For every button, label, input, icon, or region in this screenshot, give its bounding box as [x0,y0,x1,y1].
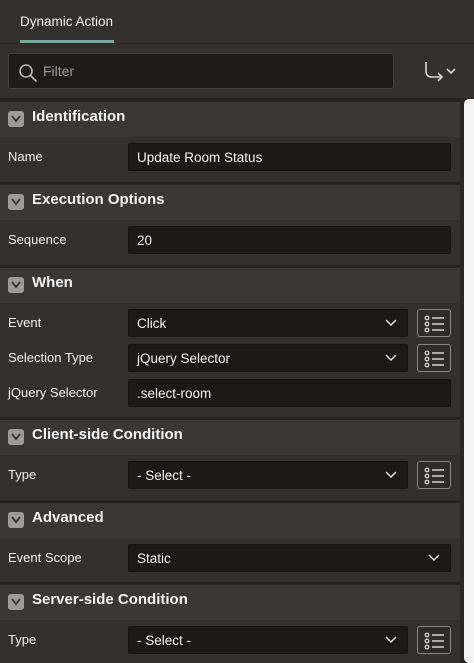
select-value: Static [137,551,171,566]
select-value: jQuery Selector [137,351,231,366]
name-field[interactable]: Update Room Status [128,143,451,171]
chevron-down-icon [428,554,440,562]
section-server-side-condition[interactable]: Server-side Condition [0,582,460,620]
server-condition-type-select[interactable]: - Select - [128,626,408,654]
field-label: Name [8,149,43,164]
scrollbar[interactable] [460,99,474,663]
active-tab-indicator [20,40,114,43]
jquery-selector-field[interactable]: .select-room [128,379,451,407]
collapse-chevron-icon[interactable] [8,429,24,445]
field-label: jQuery Selector [8,385,98,400]
section-when[interactable]: When [0,265,460,303]
section-client-side-condition[interactable]: Client-side Condition [0,417,460,455]
chevron-down-icon [385,471,397,479]
collapse-chevron-icon[interactable] [8,277,24,293]
section-title: Advanced [32,509,104,526]
select-value: - Select - [137,633,192,648]
section-identification[interactable]: Identification [0,99,460,137]
property-row-server-type: Type - Select - [0,624,460,658]
client-condition-type-select[interactable]: - Select - [128,461,408,489]
list-of-values-button[interactable] [417,461,451,489]
property-panel: Identification Name Update Room Status E… [0,99,460,663]
tab-dynamic-action[interactable]: Dynamic Action [8,0,125,44]
list-icon [424,632,444,650]
list-of-values-button[interactable] [417,626,451,654]
section-title: When [32,274,73,291]
field-label: Event [8,315,42,330]
goto-arrow-icon [425,62,456,82]
property-row-client-type: Type - Select - [0,459,460,493]
search-icon [19,64,37,82]
select-value: Click [137,316,167,331]
filter-box[interactable] [8,53,394,89]
property-row-event: Event Click [0,307,460,341]
event-select[interactable]: Click [128,309,408,337]
section-advanced[interactable]: Advanced [0,500,460,538]
collapse-chevron-icon[interactable] [8,594,24,610]
chevron-down-icon [385,319,397,327]
chevron-down-icon [385,636,397,644]
section-title: Identification [32,108,126,125]
section-title: Execution Options [32,191,165,208]
field-label: Type [8,467,37,482]
collapse-chevron-icon[interactable] [8,194,24,210]
section-title: Server-side Condition [32,591,188,608]
selection-type-select[interactable]: jQuery Selector [128,344,408,372]
property-row-selection-type: Selection Type jQuery Selector [0,342,460,376]
collapse-chevron-icon[interactable] [8,111,24,127]
sequence-field[interactable]: 20 [128,226,451,254]
property-row-jquery-selector: jQuery Selector .select-room [0,377,460,411]
field-label: Type [8,632,37,647]
property-row-name: Name Update Room Status [0,141,460,175]
field-label: Selection Type [8,350,94,365]
property-row-sequence: Sequence 20 [0,224,460,258]
list-icon [424,467,444,485]
collapse-chevron-icon[interactable] [8,512,24,528]
property-row-event-scope: Event Scope Static [0,542,460,576]
section-title: Client-side Condition [32,426,183,443]
scrollbar-thumb[interactable] [464,99,474,663]
list-of-values-button[interactable] [417,309,451,337]
chevron-down-icon [385,354,397,362]
goto-button[interactable] [420,59,462,85]
event-scope-select[interactable]: Static [128,544,451,572]
list-of-values-button[interactable] [417,344,451,372]
field-label: Event Scope [8,550,82,565]
list-icon [424,350,444,368]
select-value: - Select - [137,468,192,483]
field-label: Sequence [8,232,67,247]
filter-input[interactable] [43,54,383,88]
list-icon [424,315,444,333]
tab-bar: Dynamic Action [0,0,474,44]
section-execution-options[interactable]: Execution Options [0,182,460,220]
toolbar [0,45,474,99]
